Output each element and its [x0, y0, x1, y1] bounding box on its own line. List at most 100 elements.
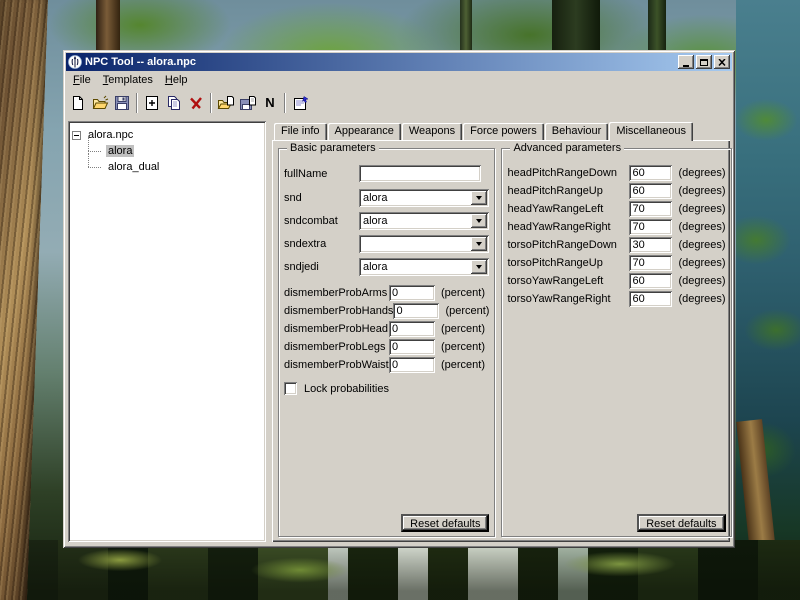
sndcombat-value: alora: [359, 215, 471, 227]
snd-combobox[interactable]: alora: [359, 189, 489, 207]
minimize-button[interactable]: [678, 55, 694, 69]
sndjedi-dropdown-button[interactable]: [471, 260, 487, 274]
sndjedi-label: sndjedi: [284, 261, 359, 273]
torso-yaw-right-input[interactable]: [629, 291, 672, 307]
dismember-waist-input[interactable]: [389, 357, 435, 373]
dismember-waist-unit: (percent): [441, 359, 485, 371]
open-file-button[interactable]: [89, 92, 111, 114]
dismember-head-unit: (percent): [441, 323, 485, 335]
npc-tool-window: NPC Tool -- alora.npc File Templates Hel…: [63, 50, 735, 548]
dismember-head-row: dismemberProbHead (percent): [284, 321, 489, 337]
lock-probabilities-label: Lock probabilities: [304, 383, 389, 395]
sndextra-label: sndextra: [284, 238, 359, 250]
chevron-down-icon: [476, 265, 482, 269]
toolbar: N: [66, 89, 732, 116]
close-icon: [718, 59, 726, 66]
snd-dropdown-button[interactable]: [471, 191, 487, 205]
save-file-button[interactable]: [111, 92, 133, 114]
tab-appearance[interactable]: Appearance: [328, 123, 401, 140]
dismember-hands-label: dismemberProbHands: [284, 305, 393, 317]
head-pitch-down-label: headPitchRangeDown: [507, 167, 629, 179]
head-pitch-down-input[interactable]: [629, 165, 672, 181]
sndextra-dropdown-button[interactable]: [471, 237, 487, 251]
delete-item-button[interactable]: [185, 92, 207, 114]
advanced-reset-defaults-button[interactable]: Reset defaults: [637, 514, 725, 532]
lock-probabilities-checkbox[interactable]: [284, 382, 297, 395]
menu-bar: File Templates Help: [66, 71, 732, 89]
tree-item-alora[interactable]: alora: [106, 145, 134, 157]
dismember-arms-unit: (percent): [441, 287, 485, 299]
torso-pitch-up-input[interactable]: [629, 255, 672, 271]
app-icon: [68, 55, 82, 69]
forest-floor: [0, 540, 800, 600]
tree-expander-icon[interactable]: [72, 131, 81, 140]
tree-child-row: alora_dual: [72, 159, 262, 175]
close-button[interactable]: [714, 55, 730, 69]
dismember-head-input[interactable]: [389, 321, 435, 337]
tab-miscellaneous[interactable]: Miscellaneous: [609, 122, 693, 141]
menu-file[interactable]: File: [67, 72, 97, 88]
snd-label: snd: [284, 192, 359, 204]
toolbar-separator: [284, 93, 286, 113]
dismember-head-label: dismemberProbHead: [284, 323, 389, 335]
open-file-icon: [92, 95, 109, 111]
head-pitch-up-input[interactable]: [629, 183, 672, 199]
torso-yaw-left-row: torsoYawRangeLeft (degrees): [507, 273, 725, 289]
export-file-button[interactable]: [237, 92, 259, 114]
head-pitch-down-unit: (degrees): [678, 167, 725, 179]
basic-reset-defaults-button[interactable]: Reset defaults: [401, 514, 489, 532]
new-file-button[interactable]: [67, 92, 89, 114]
torso-yaw-right-unit: (degrees): [678, 293, 725, 305]
letter-n-button[interactable]: N: [259, 92, 281, 114]
title-bar[interactable]: NPC Tool -- alora.npc: [66, 53, 732, 71]
head-yaw-right-input[interactable]: [629, 219, 672, 235]
menu-help[interactable]: Help: [159, 72, 194, 88]
basic-parameters-legend: Basic parameters: [287, 142, 379, 154]
dismember-legs-row: dismemberProbLegs (percent): [284, 339, 489, 355]
menu-templates[interactable]: Templates: [97, 72, 159, 88]
torso-pitch-up-row: torsoPitchRangeUp (degrees): [507, 255, 725, 271]
tree-item-alora-npc[interactable]: alora.npc: [86, 129, 135, 141]
dismember-hands-input[interactable]: [393, 303, 439, 319]
delete-item-icon: [188, 95, 204, 111]
dismember-legs-label: dismemberProbLegs: [284, 341, 389, 353]
tab-weapons[interactable]: Weapons: [402, 123, 462, 140]
advanced-parameters-group: Advanced parameters headPitchRangeDown (…: [501, 148, 731, 537]
sndextra-combobox[interactable]: [359, 235, 489, 253]
torso-yaw-left-input[interactable]: [629, 273, 672, 289]
maximize-button[interactable]: [696, 55, 712, 69]
torso-pitch-up-unit: (degrees): [678, 257, 725, 269]
desktop-background: NPC Tool -- alora.npc File Templates Hel…: [0, 0, 800, 600]
head-yaw-right-row: headYawRangeRight (degrees): [507, 219, 725, 235]
toolbar-separator: [136, 93, 138, 113]
fullname-input[interactable]: [359, 165, 481, 182]
tab-behaviour[interactable]: Behaviour: [545, 123, 609, 140]
tab-strip: File info Appearance Weapons Force power…: [272, 121, 730, 140]
properties-button[interactable]: [289, 92, 311, 114]
properties-icon: [292, 95, 309, 111]
head-yaw-left-input[interactable]: [629, 201, 672, 217]
dismember-hands-row: dismemberProbHands (percent): [284, 303, 489, 319]
sndcombat-combobox[interactable]: alora: [359, 212, 489, 230]
tab-file-info[interactable]: File info: [274, 123, 327, 140]
chevron-down-icon: [476, 219, 482, 223]
maximize-icon: [700, 59, 708, 66]
new-file-icon: [70, 95, 86, 111]
dismember-arms-label: dismemberProbArms: [284, 287, 389, 299]
sndcombat-dropdown-button[interactable]: [471, 214, 487, 228]
copy-item-button[interactable]: [163, 92, 185, 114]
tab-force-powers[interactable]: Force powers: [463, 123, 544, 140]
redwood-trunk-left: [0, 0, 48, 600]
new-item-button[interactable]: [141, 92, 163, 114]
head-yaw-left-row: headYawRangeLeft (degrees): [507, 201, 725, 217]
head-pitch-down-row: headPitchRangeDown (degrees): [507, 165, 725, 181]
dismember-legs-input[interactable]: [389, 339, 435, 355]
sndjedi-combobox[interactable]: alora: [359, 258, 489, 276]
tree-item-alora-dual[interactable]: alora_dual: [106, 161, 161, 173]
npc-tree[interactable]: alora.npc alora alora_dual: [68, 121, 266, 542]
dismember-arms-input[interactable]: [389, 285, 435, 301]
import-file-button[interactable]: [215, 92, 237, 114]
sndjedi-value: alora: [359, 261, 471, 273]
letter-n-icon: N: [265, 95, 274, 110]
torso-pitch-down-input[interactable]: [629, 237, 672, 253]
